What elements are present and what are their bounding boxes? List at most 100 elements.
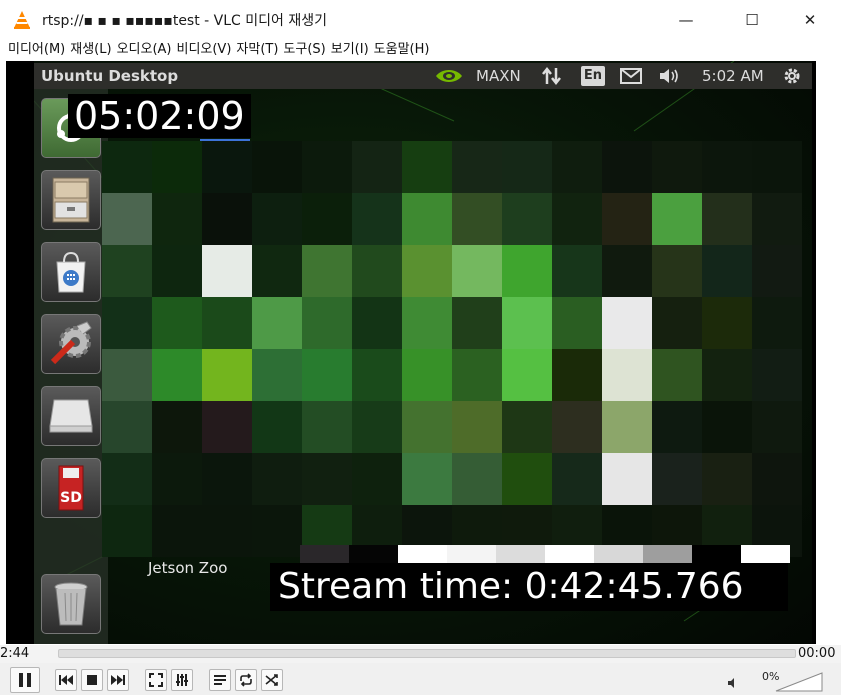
menu-subtitle[interactable]: 자막(T) xyxy=(236,40,278,60)
mosaic-cell xyxy=(302,453,352,505)
menu-media[interactable]: 미디어(M) xyxy=(8,40,65,60)
mosaic-cell xyxy=(752,141,802,193)
software-center-icon xyxy=(41,242,101,302)
mosaic-cell xyxy=(102,141,152,193)
prev-icon xyxy=(59,675,73,685)
mosaic-cell xyxy=(602,141,652,193)
pixelated-strip xyxy=(300,545,790,563)
mosaic-cell xyxy=(602,297,652,349)
next-icon xyxy=(111,675,125,685)
mosaic-cell xyxy=(502,349,552,401)
mosaic-cell xyxy=(452,297,502,349)
mosaic-cell xyxy=(202,349,252,401)
power-mode-label: MAXN xyxy=(476,67,521,85)
loop-button[interactable] xyxy=(235,669,257,691)
ubuntu-desktop-title: Ubuntu Desktop xyxy=(41,67,179,85)
mosaic-cell xyxy=(152,453,202,505)
mosaic-cell xyxy=(552,297,602,349)
mosaic-cell xyxy=(702,453,752,505)
mosaic-cell xyxy=(402,141,452,193)
mosaic-cell xyxy=(752,349,802,401)
panel-clock: 5:02 AM xyxy=(702,67,764,85)
elapsed-time[interactable]: 2:44 xyxy=(0,646,29,661)
mosaic-cell xyxy=(602,453,652,505)
next-button[interactable] xyxy=(107,669,129,691)
menu-tools[interactable]: 도구(S) xyxy=(283,40,325,60)
playlist-button[interactable] xyxy=(209,669,231,691)
mosaic-cell xyxy=(602,245,652,297)
mosaic-cell xyxy=(302,193,352,245)
strip-cell xyxy=(643,545,692,563)
mosaic-cell xyxy=(402,401,452,453)
mosaic-cell xyxy=(452,141,502,193)
mosaic-cell xyxy=(452,401,502,453)
close-button[interactable]: ✕ xyxy=(790,6,830,34)
mosaic-cell xyxy=(702,245,752,297)
mosaic-cell xyxy=(652,349,702,401)
sd-card-icon: SD xyxy=(41,458,101,518)
mosaic-cell xyxy=(102,505,152,557)
seek-slider[interactable] xyxy=(58,649,796,658)
shuffle-button[interactable] xyxy=(261,669,283,691)
volume-icon xyxy=(660,69,678,83)
pixelated-region xyxy=(102,141,802,561)
mosaic-cell xyxy=(552,245,602,297)
file-cabinet-icon xyxy=(41,170,101,230)
ubuntu-top-panel: Ubuntu Desktop MAXN En 5:02 AM xyxy=(34,63,812,89)
mosaic-cell xyxy=(702,401,752,453)
mosaic-cell xyxy=(152,245,202,297)
mosaic-cell xyxy=(752,297,802,349)
menu-playback[interactable]: 재생(L) xyxy=(70,40,111,60)
extended-settings-icon xyxy=(176,674,188,686)
nvidia-icon xyxy=(436,70,462,82)
mail-icon xyxy=(620,68,642,84)
mosaic-cell xyxy=(502,297,552,349)
minimize-button[interactable]: — xyxy=(666,6,706,34)
menu-help[interactable]: 도움말(H) xyxy=(374,40,430,60)
mosaic-cell xyxy=(202,245,252,297)
playback-controls: 0% xyxy=(0,663,841,695)
stream-time-overlay: Stream time: 0:42:45.766 xyxy=(270,563,788,611)
video-area[interactable]: Ubuntu Desktop MAXN En 5:02 AM SD 05:02:… xyxy=(6,61,816,644)
extended-settings-button[interactable] xyxy=(171,669,193,691)
mosaic-cell xyxy=(152,505,202,557)
menu-video[interactable]: 비디오(V) xyxy=(176,40,231,60)
mosaic-cell xyxy=(102,245,152,297)
strip-cell xyxy=(741,545,790,563)
trash-icon xyxy=(41,574,101,634)
mosaic-cell xyxy=(552,141,602,193)
pause-button[interactable] xyxy=(10,667,40,693)
mosaic-cell xyxy=(502,453,552,505)
previous-button[interactable] xyxy=(55,669,77,691)
mosaic-cell xyxy=(652,453,702,505)
mosaic-cell xyxy=(152,297,202,349)
volume-percent: 0% xyxy=(762,670,780,683)
menu-view[interactable]: 보기(I) xyxy=(331,40,369,60)
ubuntu-launcher: SD xyxy=(34,89,108,644)
mosaic-cell xyxy=(152,349,202,401)
mosaic-cell xyxy=(752,245,802,297)
mosaic-cell xyxy=(102,453,152,505)
shuffle-icon xyxy=(265,674,278,686)
maximize-button[interactable]: ☐ xyxy=(732,6,772,34)
loop-icon xyxy=(240,673,252,687)
mosaic-cell xyxy=(352,193,402,245)
total-time[interactable]: 00:00 xyxy=(798,646,835,661)
mosaic-cell xyxy=(302,245,352,297)
stop-button[interactable] xyxy=(81,669,103,691)
mosaic-cell xyxy=(252,245,302,297)
mosaic-cell xyxy=(252,141,302,193)
mosaic-cell xyxy=(652,141,702,193)
system-settings-icon xyxy=(41,314,101,374)
mosaic-cell xyxy=(502,401,552,453)
mosaic-cell xyxy=(702,141,752,193)
fullscreen-button[interactable] xyxy=(145,669,167,691)
mosaic-cell xyxy=(302,349,352,401)
speaker-icon xyxy=(728,678,734,688)
menu-audio[interactable]: 오디오(A) xyxy=(117,40,172,60)
mosaic-cell xyxy=(302,401,352,453)
mosaic-cell xyxy=(602,193,652,245)
mosaic-cell xyxy=(652,297,702,349)
gear-icon xyxy=(784,68,800,84)
mosaic-cell xyxy=(352,141,402,193)
